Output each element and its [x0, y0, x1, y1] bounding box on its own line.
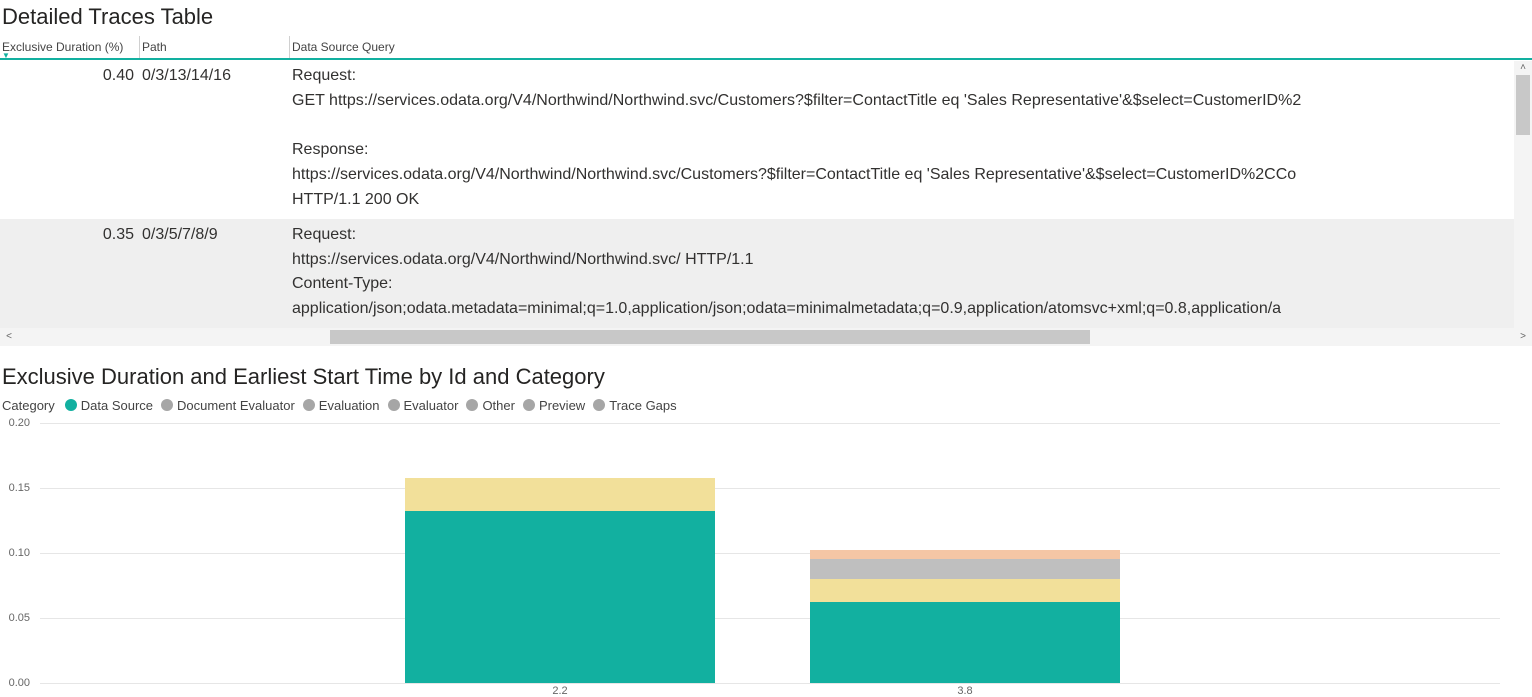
legend-item-label: Document Evaluator: [177, 398, 295, 413]
chart-bar-segment: [810, 550, 1120, 559]
horizontal-scrollbar[interactable]: ˂ ˃: [0, 328, 1532, 346]
vertical-scrollbar-thumb[interactable]: [1516, 75, 1530, 135]
legend-swatch-icon: [388, 399, 400, 411]
table-header-row: Exclusive Duration (%) ▼ Path Data Sourc…: [0, 36, 1532, 60]
traces-table: Exclusive Duration (%) ▼ Path Data Sourc…: [0, 36, 1532, 328]
cell-duration: 0.40: [0, 60, 140, 219]
scroll-right-icon[interactable]: ˃: [1514, 328, 1532, 346]
chart-gridline: [40, 618, 1500, 619]
chart-gridline: [40, 488, 1500, 489]
legend-item-label: Evaluation: [319, 398, 380, 413]
table-row[interactable]: 0.400/3/13/14/16Request: GET https://ser…: [0, 60, 1532, 219]
legend-swatch-icon: [523, 399, 535, 411]
legend-swatch-icon: [466, 399, 478, 411]
cell-query: Request: https://services.odata.org/V4/N…: [290, 219, 1532, 328]
chart-legend: Category Data Source Document Evaluator Ev…: [0, 396, 1532, 423]
cell-duration: 0.35: [0, 219, 140, 328]
vertical-scrollbar[interactable]: ˄ ˅: [1514, 61, 1532, 341]
chart-plot: 2.23.8: [40, 423, 1500, 683]
y-axis-tick: 0.15: [0, 482, 30, 494]
legend-item[interactable]: Trace Gaps: [593, 398, 676, 413]
y-axis-tick: 0.05: [0, 612, 30, 624]
legend-item[interactable]: Evaluation: [303, 398, 380, 413]
col-header-query[interactable]: Data Source Query: [290, 36, 1532, 58]
legend-item[interactable]: Data Source: [65, 398, 153, 413]
legend-swatch-icon: [593, 399, 605, 411]
chart-y-axis: 0.000.050.100.150.20: [0, 423, 35, 683]
x-axis-tick: 3.8: [957, 685, 972, 697]
y-axis-tick: 0.20: [0, 417, 30, 429]
y-axis-tick: 0.10: [0, 547, 30, 559]
chart-title: Exclusive Duration and Earliest Start Ti…: [0, 346, 1532, 396]
x-axis-tick: 2.2: [552, 685, 567, 697]
legend-item[interactable]: Preview: [523, 398, 585, 413]
legend-item-label: Preview: [539, 398, 585, 413]
col-header-duration-label: Exclusive Duration (%): [2, 40, 123, 54]
legend-swatch-icon: [65, 399, 77, 411]
chart-bar-segment: [810, 602, 1120, 683]
chart-gridline: [40, 683, 1500, 684]
chart-bar-segment: [405, 511, 715, 683]
legend-item-label: Evaluator: [404, 398, 459, 413]
legend-item-label: Other: [482, 398, 515, 413]
col-header-duration[interactable]: Exclusive Duration (%) ▼: [0, 36, 140, 58]
table-body: 0.400/3/13/14/16Request: GET https://ser…: [0, 60, 1532, 328]
legend-item-label: Data Source: [81, 398, 153, 413]
chart-bar-segment: [810, 559, 1120, 579]
legend-swatch-icon: [303, 399, 315, 411]
legend-heading: Category: [2, 398, 55, 413]
legend-item[interactable]: Evaluator: [388, 398, 459, 413]
chart-gridline: [40, 553, 1500, 554]
sort-desc-icon: ▼: [2, 51, 10, 60]
table-row[interactable]: 0.350/3/5/7/8/9Request: https://services…: [0, 219, 1532, 328]
cell-query: Request: GET https://services.odata.org/…: [290, 60, 1532, 219]
scroll-left-icon[interactable]: ˂: [0, 328, 18, 346]
legend-item[interactable]: Document Evaluator: [161, 398, 295, 413]
legend-item-label: Trace Gaps: [609, 398, 676, 413]
chart-gridline: [40, 423, 1500, 424]
page-title: Detailed Traces Table: [0, 0, 1532, 36]
chart-bar-segment: [810, 579, 1120, 602]
legend-item[interactable]: Other: [466, 398, 515, 413]
chart-bar-segment: [405, 478, 715, 512]
horizontal-scrollbar-thumb[interactable]: [330, 330, 1090, 344]
cell-path: 0/3/13/14/16: [140, 60, 290, 219]
legend-swatch-icon: [161, 399, 173, 411]
col-header-path[interactable]: Path: [140, 36, 290, 58]
scroll-up-icon[interactable]: ˄: [1514, 61, 1532, 75]
cell-path: 0/3/5/7/8/9: [140, 219, 290, 328]
chart-area[interactable]: 0.000.050.100.150.20 2.23.8: [0, 423, 1500, 683]
